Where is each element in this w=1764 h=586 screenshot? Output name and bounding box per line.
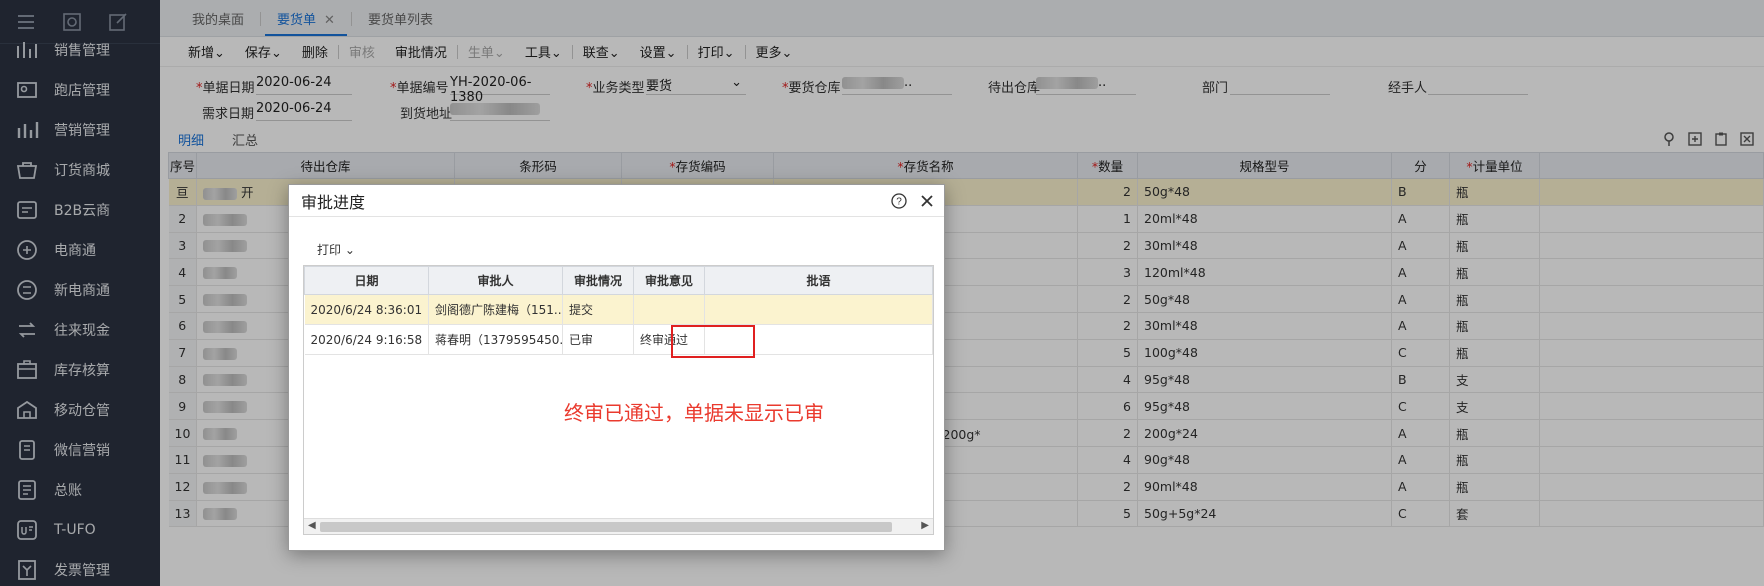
chevron-down-icon: ⌄ (344, 243, 355, 257)
dialog-header: 审批进度 ? (289, 185, 944, 217)
approval-cell: 2020/6/24 8:36:01 (304, 294, 429, 325)
dialog-title: 审批进度 (301, 192, 366, 212)
approval-cell: 已审 (562, 324, 634, 355)
approval-progress-dialog: 审批进度 ? 打印 ⌄ 日期 审批人 审批情况 审批意见 批语 2020/6/24 8:… (288, 184, 945, 551)
approval-cell: 2020/6/24 9:16:58 (304, 324, 429, 355)
help-icon[interactable]: ? (888, 190, 910, 212)
horizontal-scrollbar[interactable]: ◀ ▶ (304, 518, 933, 534)
scroll-thumb[interactable] (320, 522, 892, 532)
annotation-text: 终审已通过，单据未显示已审 (564, 401, 824, 425)
print-dropdown[interactable]: 打印 ⌄ (317, 241, 355, 258)
approval-cell: 剑阁德广陈建梅（151... (428, 294, 563, 325)
approval-cell: 提交 (562, 294, 634, 325)
approval-cell (633, 294, 705, 325)
scroll-right-icon[interactable]: ▶ (921, 520, 929, 531)
approval-column-header[interactable]: 日期 (304, 266, 429, 295)
approval-row[interactable]: 2020/6/24 8:36:01 剑阁德广陈建梅（151... 提交 (304, 294, 933, 325)
approval-table: 日期 审批人 审批情况 审批意见 批语 2020/6/24 8:36:01 剑阁德广陈建梅… (304, 266, 933, 355)
approval-column-header[interactable]: 审批情况 (562, 266, 634, 295)
approval-column-header[interactable]: 审批意见 (633, 266, 705, 295)
approval-cell (704, 294, 933, 325)
scroll-left-icon[interactable]: ◀ (308, 520, 316, 531)
approval-row[interactable]: 2020/6/24 9:16:58 蒋春明（1379595450... 已审 终审通过 (304, 324, 933, 355)
close-icon[interactable] (916, 190, 938, 212)
svg-text:?: ? (896, 196, 902, 207)
approval-column-header[interactable]: 审批人 (428, 266, 563, 295)
approval-cell: 蒋春明（1379595450... (428, 324, 563, 355)
approval-column-header[interactable]: 批语 (704, 266, 933, 295)
highlight-box (671, 325, 755, 358)
